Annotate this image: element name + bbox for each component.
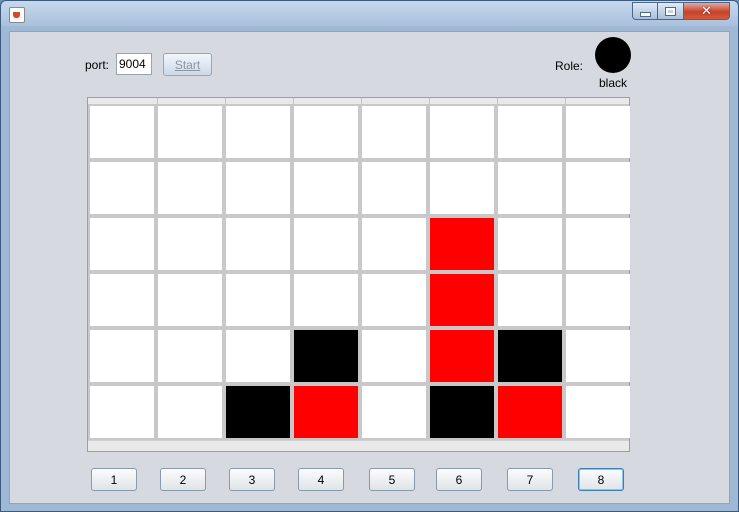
board-cell-black-piece <box>226 386 290 438</box>
board-cell-empty <box>566 330 630 382</box>
column-button-6[interactable]: 6 <box>436 468 482 491</box>
role-value: black <box>599 76 628 90</box>
maximize-icon <box>666 7 675 15</box>
role-disc-icon <box>595 37 631 73</box>
board-cell-empty <box>90 274 154 326</box>
column-button-2[interactable]: 2 <box>160 468 206 491</box>
board-grid <box>88 104 630 440</box>
board-cell-empty <box>158 274 222 326</box>
board-cell-empty <box>362 106 426 158</box>
close-button[interactable]: ✕ <box>684 2 730 20</box>
board-cell-empty <box>294 106 358 158</box>
board-cell-empty <box>362 218 426 270</box>
board-cell-empty <box>158 386 222 438</box>
board-cell-empty <box>566 218 630 270</box>
minimize-button[interactable] <box>632 2 658 20</box>
board-cell-empty <box>90 106 154 158</box>
board-cell-empty <box>158 330 222 382</box>
port-label: port: <box>85 58 110 72</box>
column-button-7[interactable]: 7 <box>507 468 553 491</box>
close-icon: ✕ <box>701 3 712 19</box>
board-cell-empty <box>362 386 426 438</box>
java-app-icon[interactable] <box>9 7 25 23</box>
board-cell-empty <box>566 386 630 438</box>
board-cell-empty <box>226 106 290 158</box>
board-cell-empty <box>430 106 494 158</box>
board-cell-empty <box>362 330 426 382</box>
port-input[interactable]: 9004 <box>116 53 152 75</box>
board-cell-empty <box>566 162 630 214</box>
board-cell-red-piece <box>430 330 494 382</box>
application-window: ✕ port: 9004 Start Role: black 1234 56 7 8 <box>0 0 739 512</box>
board-cell-empty <box>294 162 358 214</box>
column-button-8[interactable]: 8 <box>578 468 624 491</box>
board-cell-empty <box>226 274 290 326</box>
maximize-button[interactable] <box>658 2 684 20</box>
role-label: Role: <box>555 59 584 73</box>
board-footer <box>88 440 629 451</box>
board-cell-empty <box>90 330 154 382</box>
board-cell-red-piece <box>294 386 358 438</box>
board-cell-empty <box>158 162 222 214</box>
board-cell-empty <box>498 106 562 158</box>
board-cell-empty <box>226 330 290 382</box>
title-bar[interactable]: ✕ <box>1 1 738 29</box>
board-cell-black-piece <box>294 330 358 382</box>
column-button-1[interactable]: 1 <box>91 468 137 491</box>
board-cell-black-piece <box>430 386 494 438</box>
board-cell-empty <box>430 162 494 214</box>
board-cell-empty <box>566 274 630 326</box>
window-controls: ✕ <box>632 2 730 21</box>
board-cell-black-piece <box>498 330 562 382</box>
start-button[interactable]: Start <box>163 53 212 76</box>
column-button-5[interactable]: 5 <box>369 468 415 491</box>
board-cell-empty <box>294 218 358 270</box>
board-cell-red-piece <box>430 218 494 270</box>
column-button-4[interactable]: 4 <box>298 468 344 491</box>
board-cell-empty <box>90 162 154 214</box>
board-cell-empty <box>498 218 562 270</box>
board-cell-empty <box>566 106 630 158</box>
board-cell-empty <box>226 162 290 214</box>
board-cell-empty <box>226 218 290 270</box>
board-cell-red-piece <box>430 274 494 326</box>
board-cell-empty <box>362 162 426 214</box>
board-cell-empty <box>90 386 154 438</box>
board-cell-empty <box>362 274 426 326</box>
board-cell-empty <box>498 162 562 214</box>
board-cell-empty <box>498 274 562 326</box>
content-pane: port: 9004 Start Role: black 1234 56 7 8 <box>9 31 730 504</box>
board-cell-empty <box>294 274 358 326</box>
game-board <box>87 97 630 452</box>
board-cell-empty <box>158 218 222 270</box>
board-cell-empty <box>158 106 222 158</box>
board-cell-red-piece <box>498 386 562 438</box>
minimize-icon <box>639 11 651 17</box>
column-button-3[interactable]: 3 <box>229 468 275 491</box>
board-cell-empty <box>90 218 154 270</box>
